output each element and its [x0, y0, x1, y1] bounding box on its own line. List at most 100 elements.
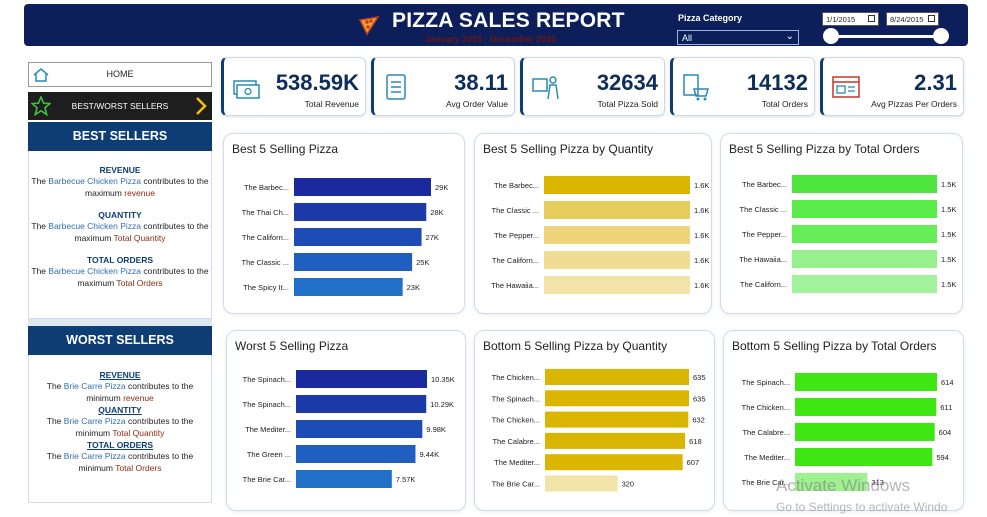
- bar[interactable]: [294, 178, 431, 196]
- data-label: 1.5K: [941, 205, 956, 214]
- bar[interactable]: [544, 201, 690, 219]
- date-slider-track[interactable]: [829, 35, 943, 38]
- chevron-down-icon: ⌄: [785, 31, 794, 42]
- data-label: 1.5K: [941, 280, 956, 289]
- bar[interactable]: [545, 411, 689, 428]
- bar[interactable]: [792, 175, 937, 193]
- bar[interactable]: [296, 445, 416, 463]
- bar[interactable]: [545, 369, 689, 385]
- category-label: The Spinach...: [492, 394, 540, 403]
- end-date-value: 8/24/2015: [890, 15, 924, 24]
- data-label: 632: [692, 416, 705, 425]
- category-label: The Mediter...: [744, 453, 790, 462]
- data-label: 618: [689, 437, 702, 446]
- data-label: 1.5K: [941, 180, 956, 189]
- bar[interactable]: [296, 395, 427, 413]
- chart-card-worst-5-selling-pizza: Worst 5 Selling Pizza The Spinach... 10.3…: [226, 330, 466, 511]
- data-label: 604: [939, 428, 952, 437]
- order-cart-icon: [683, 74, 709, 101]
- category-label: The Barbec...: [494, 181, 539, 190]
- start-date-input[interactable]: 1/1/2015: [822, 12, 879, 26]
- data-label: 320: [622, 480, 635, 489]
- data-label: 1.5K: [941, 255, 956, 264]
- category-label: The Hawaiia...: [491, 281, 539, 290]
- bar[interactable]: [795, 423, 935, 441]
- category-label: The Spinach...: [243, 375, 291, 384]
- chart-card-best-5-by-quantity: Best 5 Selling Pizza by Quantity The Bar…: [474, 133, 712, 314]
- best-worst-sellers-button[interactable]: BEST/WORST SELLERS: [28, 92, 212, 120]
- bar[interactable]: [795, 448, 933, 466]
- checklist-icon: [386, 74, 406, 100]
- kpi-value: 32634: [596, 70, 658, 95]
- data-label: 27K: [426, 233, 439, 242]
- end-date-input[interactable]: 8/24/2015: [886, 12, 939, 26]
- bar[interactable]: [296, 470, 392, 488]
- bar[interactable]: [544, 176, 690, 194]
- category-label: The Green ...: [247, 450, 291, 459]
- bar[interactable]: [795, 373, 937, 391]
- bar[interactable]: [544, 226, 690, 244]
- worst-sellers-item: REVENUE The Brie Carre Pizza contributes…: [29, 370, 211, 404]
- item-text: The Brie Carre Pizza contributes to the …: [46, 381, 194, 403]
- category-label: The Thai Ch...: [242, 208, 289, 217]
- bar[interactable]: [296, 420, 423, 438]
- report-subtitle: January 2015 - December 2015: [425, 34, 557, 44]
- left-navigation-panel: HOME BEST/WORST SELLERS BEST SELLERS REV…: [28, 62, 214, 506]
- category-label: The Californ...: [492, 256, 539, 265]
- bar[interactable]: [545, 475, 618, 492]
- bar[interactable]: [792, 275, 937, 293]
- kpi-label: Total Pizza Sold: [597, 99, 658, 109]
- bar[interactable]: [545, 454, 683, 471]
- bar[interactable]: [545, 390, 689, 407]
- pizza-category-value: All: [682, 33, 693, 43]
- calendar-icon[interactable]: [868, 15, 875, 22]
- chart-card-best-5-by-total-orders: Best 5 Selling Pizza by Total Orders The…: [720, 133, 963, 314]
- kpi-value: 538.59K: [275, 70, 359, 95]
- data-label: 635: [693, 394, 706, 403]
- category-label: The Barbec...: [244, 183, 289, 192]
- bar[interactable]: [294, 253, 413, 271]
- item-text: The Barbecue Chicken Pizza contributes t…: [31, 176, 209, 198]
- category-label: The Spicy It...: [243, 283, 289, 292]
- category-label: The Californ...: [242, 233, 289, 242]
- worst-sellers-item: TOTAL ORDERS The Brie Carre Pizza contri…: [29, 440, 211, 474]
- kpi-value: 14132: [746, 70, 808, 95]
- bar[interactable]: [294, 203, 427, 221]
- data-label: 594: [936, 453, 949, 462]
- best-sellers-item: REVENUE The Barbecue Chicken Pizza contr…: [29, 165, 211, 199]
- data-label: 10.29K: [430, 400, 454, 409]
- data-label: 1.6K: [694, 256, 709, 265]
- category-label: The Classic ...: [241, 258, 289, 267]
- kpi-label: Total Orders: [761, 99, 808, 109]
- data-label: 1.5K: [941, 230, 956, 239]
- activate-windows-subtext: Go to Settings to activate Windo: [776, 500, 948, 514]
- bar[interactable]: [544, 251, 690, 269]
- calendar-icon[interactable]: [928, 15, 935, 22]
- bar[interactable]: [792, 225, 937, 243]
- kpi-value: 2.31: [914, 70, 957, 95]
- data-label: 607: [687, 458, 700, 467]
- category-label: The Brie Car...: [243, 475, 291, 484]
- pizza-category-dropdown[interactable]: All ⌄: [677, 30, 799, 45]
- bar[interactable]: [294, 278, 403, 296]
- bar[interactable]: [294, 228, 422, 246]
- browser-icon: [832, 76, 860, 98]
- data-label: 9.44K: [419, 450, 439, 459]
- bar-chart: The Chicken... 635 The Spinach... 635 The Ch…: [492, 369, 706, 492]
- kpi-card-total-pizza-sold: 32634 Total Pizza Sold: [520, 57, 665, 116]
- report-title: PIZZA SALES REPORT: [392, 9, 625, 32]
- panel-divider: [28, 319, 212, 326]
- home-button[interactable]: HOME: [28, 62, 212, 87]
- bar[interactable]: [544, 276, 690, 294]
- date-slider-start-handle[interactable]: [823, 28, 839, 44]
- data-label: 635: [693, 373, 706, 382]
- bar[interactable]: [296, 370, 427, 388]
- bar[interactable]: [792, 250, 937, 268]
- pizza-icon: [358, 15, 380, 36]
- bar[interactable]: [795, 398, 937, 416]
- item-title: REVENUE: [99, 370, 141, 380]
- date-slider-end-handle[interactable]: [933, 28, 949, 44]
- bar[interactable]: [792, 200, 937, 218]
- bar[interactable]: [545, 432, 686, 449]
- item-text: The Barbecue Chicken Pizza contributes t…: [31, 221, 209, 243]
